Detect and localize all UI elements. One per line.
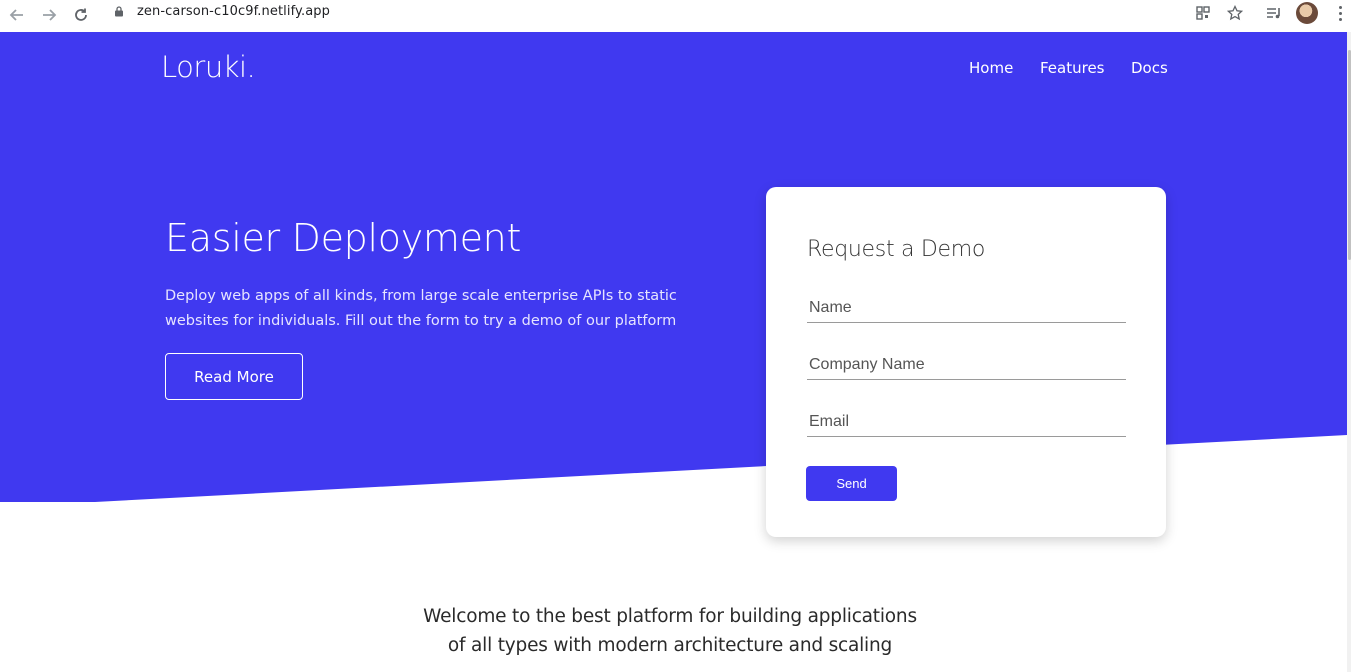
browser-toolbar: zen-carson-c10c9f.netlify.app: [0, 0, 1351, 32]
page-viewport: Loruki. Home Features Docs Easier Deploy…: [0, 32, 1347, 672]
nav-home-link[interactable]: Home: [969, 59, 1013, 77]
back-icon[interactable]: [5, 3, 29, 27]
qr-code-icon[interactable]: [1194, 4, 1212, 22]
request-demo-card: Request a Demo Send: [766, 187, 1166, 537]
email-input[interactable]: [807, 407, 1126, 437]
read-more-button[interactable]: Read More: [165, 353, 303, 400]
reload-icon[interactable]: [69, 3, 93, 27]
form-title: Request a Demo: [807, 237, 985, 262]
send-button[interactable]: Send: [806, 466, 897, 501]
profile-avatar[interactable]: [1296, 2, 1318, 24]
company-name-input[interactable]: [807, 350, 1126, 380]
lock-icon: [115, 6, 123, 17]
welcome-text: Welcome to the best platform for buildin…: [423, 606, 917, 656]
nav-features-link[interactable]: Features: [1040, 59, 1105, 77]
hero-description: Deploy web apps of all kinds, from large…: [165, 288, 677, 329]
url-text[interactable]: zen-carson-c10c9f.netlify.app: [137, 4, 330, 19]
forward-icon[interactable]: [37, 3, 61, 27]
name-input[interactable]: [807, 293, 1126, 323]
more-options-icon[interactable]: [1334, 3, 1346, 23]
bookmark-star-icon[interactable]: [1226, 4, 1244, 22]
site-logo[interactable]: Loruki.: [161, 50, 256, 84]
nav-docs-link[interactable]: Docs: [1131, 59, 1168, 77]
media-queue-icon[interactable]: [1265, 4, 1283, 22]
hero-title: Easier Deployment: [165, 216, 522, 260]
